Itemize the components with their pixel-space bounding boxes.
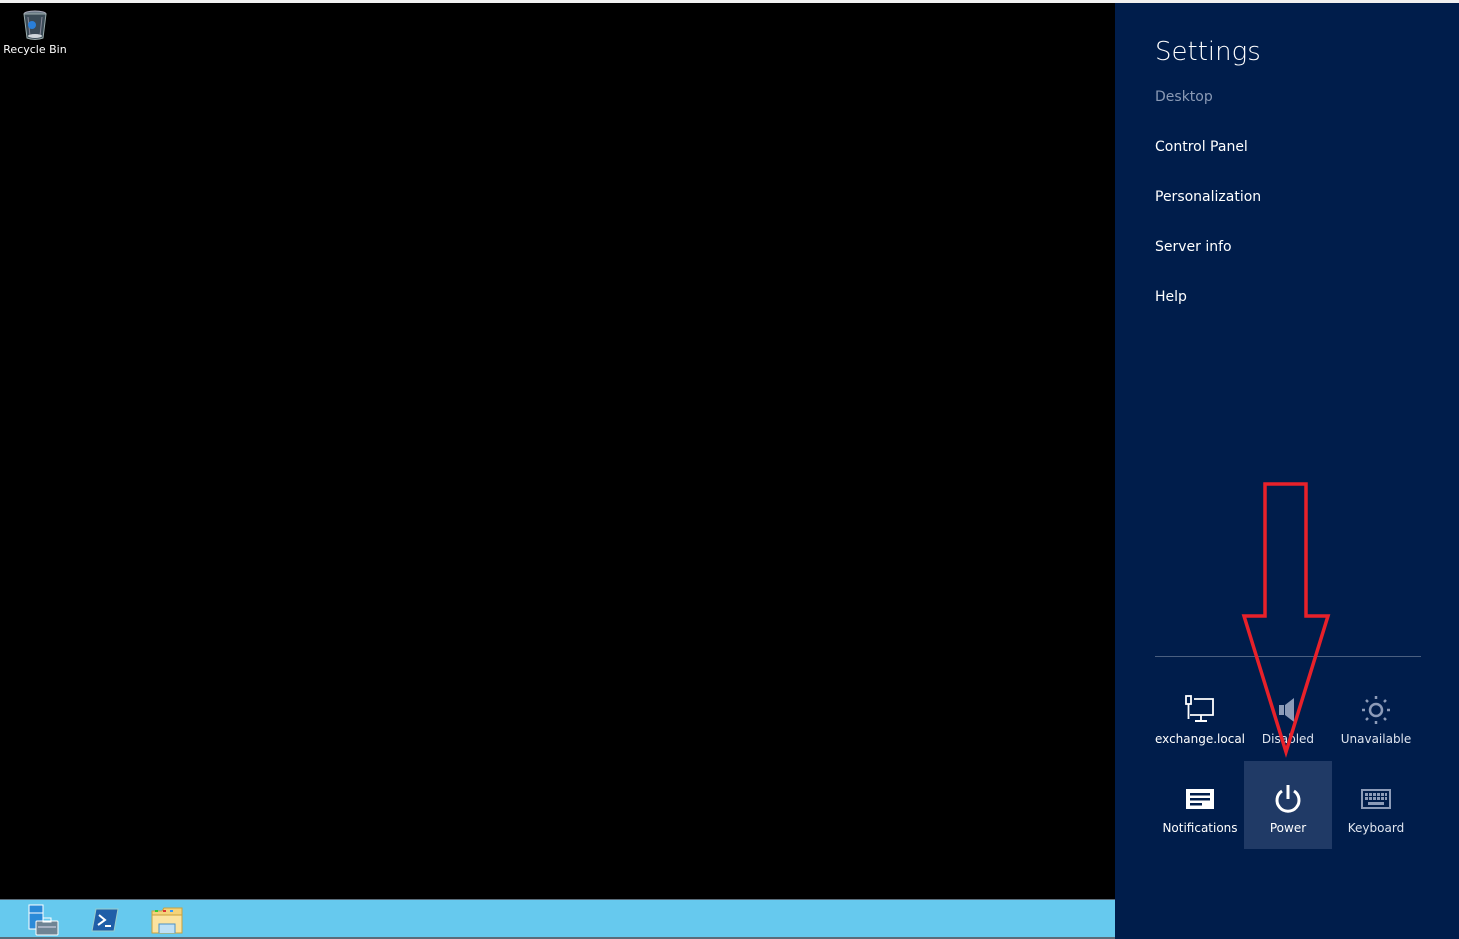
brightness-icon [1362,696,1390,724]
desktop[interactable]: Recycle Bin [0,3,1115,899]
powershell-icon [91,908,119,932]
tile-network[interactable]: exchange.local [1155,672,1245,760]
tile-notifications[interactable]: Notifications [1156,761,1244,849]
taskbar-powershell[interactable] [85,903,125,937]
recycle-bin-icon [23,10,47,40]
charm-item-server-info[interactable]: Server info [1155,239,1232,255]
tile-power[interactable]: Power [1244,761,1332,849]
charm-title: Settings [1155,37,1261,67]
tile-volume[interactable]: Disabled [1244,672,1332,760]
settings-charm: Settings Desktop Control Panel Personali… [1115,3,1459,939]
tile-label: Keyboard [1347,821,1405,835]
tile-label: Notifications [1162,821,1238,835]
tile-label: Power [1269,821,1307,835]
taskbar [0,899,1115,938]
tile-label: Disabled [1261,732,1315,746]
keyboard-icon [1361,789,1391,809]
power-icon [1275,785,1301,813]
tile-keyboard[interactable]: Keyboard [1332,761,1420,849]
tile-label: exchange.local [1155,732,1245,746]
charm-divider [1155,656,1421,657]
charm-item-personalization[interactable]: Personalization [1155,189,1261,205]
charm-item-control-panel[interactable]: Control Panel [1155,139,1248,155]
network-icon [1185,695,1214,722]
server-manager-icon [28,904,59,936]
volume-icon [1279,698,1294,722]
desktop-icon-label: Recycle Bin [3,43,67,56]
desktop-icon-recycle-bin[interactable]: Recycle Bin [2,9,68,56]
taskbar-server-manager[interactable] [23,903,63,937]
file-explorer-icon [151,907,183,934]
notifications-icon [1186,789,1214,809]
charm-item-help[interactable]: Help [1155,289,1187,305]
tile-label: Unavailable [1340,732,1412,746]
charm-context: Desktop [1155,89,1213,105]
taskbar-file-explorer[interactable] [147,903,187,937]
tile-brightness[interactable]: Unavailable [1332,672,1420,760]
